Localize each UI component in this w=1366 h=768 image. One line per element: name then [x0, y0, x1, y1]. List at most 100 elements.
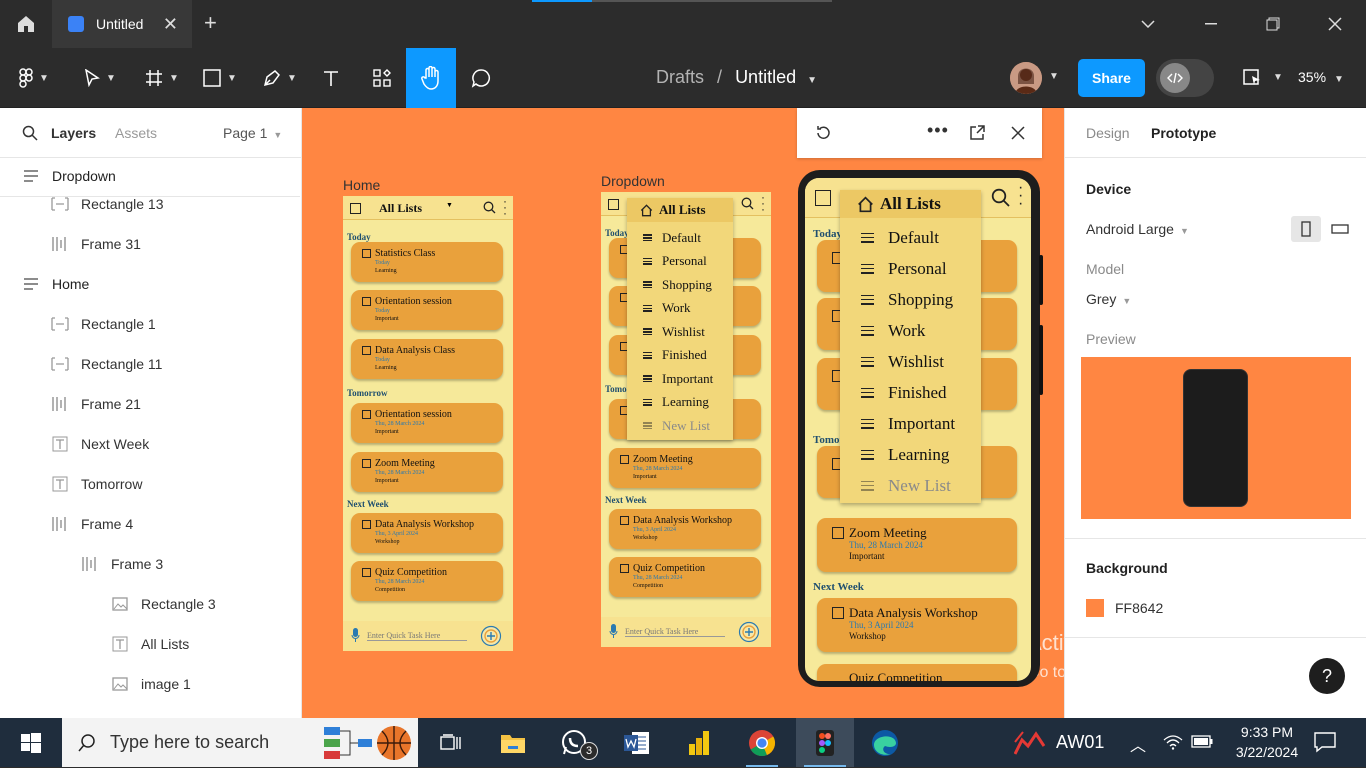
dropdown-item-learning[interactable]: Learning — [840, 439, 981, 470]
home-button[interactable] — [0, 0, 52, 48]
move-tool[interactable]: ▼ — [76, 48, 124, 108]
chevron-up-icon[interactable]: ︿ — [1130, 732, 1146, 756]
zoom-menu[interactable]: 35% ▼ — [1298, 69, 1344, 85]
dropdown-item-shopping[interactable]: Shopping — [627, 273, 733, 297]
notification-center-icon[interactable] — [1314, 731, 1336, 753]
chevron-down-icon[interactable] — [1117, 0, 1179, 48]
new-tab-button[interactable]: + — [204, 10, 217, 36]
dropdown-item-default[interactable]: Default — [627, 226, 733, 250]
taskbar-chrome[interactable] — [738, 718, 786, 767]
task-checkbox[interactable] — [620, 455, 629, 464]
dropdown-header[interactable]: All Lists — [627, 198, 733, 222]
search-icon[interactable] — [22, 125, 38, 141]
model-select[interactable]: Grey ▼ — [1086, 291, 1131, 307]
layer-row-rectangle-3[interactable]: Rectangle 3 — [0, 584, 300, 624]
task-card[interactable]: Orientation sessionThu, 28 March 2024 Imp… — [351, 403, 503, 443]
dropdown-item-work[interactable]: Work — [840, 315, 981, 346]
task-checkbox[interactable] — [362, 297, 371, 306]
frame-label-dropdown[interactable]: Dropdown — [601, 173, 665, 189]
dev-mode-toggle[interactable] — [1156, 59, 1214, 97]
battery-icon[interactable] — [1191, 735, 1213, 748]
task-card[interactable]: Quiz Competition Thu, 28 March 2024 Compet… — [351, 561, 503, 601]
taskbar-whatsapp[interactable]: 3 — [552, 718, 598, 767]
dropdown-item-learning[interactable]: Learning — [627, 391, 733, 415]
dropdown-item-default[interactable]: Default — [840, 222, 981, 253]
task-card[interactable]: Quiz Competition Thu, 28 March 2024 Compet… — [609, 557, 761, 597]
chevron-down-icon[interactable]: ▼ — [1049, 71, 1059, 82]
task-checkbox[interactable] — [832, 527, 844, 539]
layer-row-rectangle-13[interactable]: Rectangle 13 — [0, 184, 300, 224]
task-checkbox[interactable] — [362, 249, 371, 258]
dropdown-item-wishlist[interactable]: Wishlist — [627, 320, 733, 344]
background-color-value[interactable]: FF8642 — [1115, 600, 1163, 616]
dropdown-item-work[interactable]: Work — [627, 297, 733, 321]
resources-tool[interactable] — [364, 48, 400, 108]
layer-row-frame-31[interactable]: Frame 31 — [0, 224, 300, 264]
system-clock[interactable]: 9:33 PM 3/22/2024 — [1225, 722, 1309, 762]
dropdown-item-personal[interactable]: Personal — [840, 253, 981, 284]
task-checkbox[interactable] — [362, 459, 371, 468]
new-list-item[interactable]: New List — [840, 470, 981, 501]
layer-row-rectangle-1[interactable]: Rectangle 1 — [0, 304, 300, 344]
taskbar-search[interactable]: Type here to search — [62, 718, 418, 767]
task-card[interactable]: Zoom Meeting Thu, 28 March 2024 Important — [351, 452, 503, 492]
tab-prototype[interactable]: Prototype — [1151, 125, 1216, 141]
minimize-button[interactable] — [1180, 0, 1242, 48]
breadcrumb-file-name[interactable]: Untitled — [735, 67, 796, 87]
home-frame[interactable]: All Lists ▼ · · · Today Tomorrow Next Week… — [343, 196, 513, 651]
task-card[interactable]: Data Analysis Workshop Thu, 3 April 2024 W… — [609, 509, 761, 549]
dropdown-item-important[interactable]: Important — [627, 367, 733, 391]
task-card[interactable]: Quiz Competition — [817, 664, 1017, 681]
prototype-screen[interactable]: · · · Today Tomorrow Next Week Zoom Meetin… — [805, 178, 1031, 681]
task-checkbox[interactable] — [832, 607, 844, 619]
dropdown-item-important[interactable]: Important — [840, 408, 981, 439]
task-checkbox[interactable] — [362, 346, 371, 355]
file-tab[interactable]: Untitled ✕ — [52, 0, 192, 48]
shape-tool[interactable]: ▼ — [196, 48, 244, 108]
close-tab-icon[interactable]: ✕ — [163, 14, 178, 35]
new-list-item[interactable]: New List — [627, 414, 733, 438]
hand-tool[interactable] — [406, 48, 456, 108]
frame-label-home[interactable]: Home — [343, 177, 380, 193]
taskbar-figma[interactable] — [796, 718, 854, 767]
taskbar-word[interactable] — [614, 718, 660, 767]
layer-row-rectangle-11[interactable]: Rectangle 11 — [0, 344, 300, 384]
tab-assets[interactable]: Assets — [115, 125, 157, 141]
close-window-button[interactable] — [1304, 0, 1366, 48]
task-card[interactable]: Data Analysis ClassToday Learning — [351, 339, 503, 379]
task-view-button[interactable] — [428, 718, 474, 767]
layer-row-tomorrow[interactable]: Tomorrow — [0, 464, 300, 504]
layer-row-next-week[interactable]: Next Week — [0, 424, 300, 464]
help-button[interactable]: ? — [1309, 658, 1345, 694]
present-button[interactable]: ▼ — [1243, 67, 1283, 87]
wifi-icon[interactable] — [1163, 734, 1183, 750]
task-checkbox[interactable] — [362, 410, 371, 419]
pen-tool[interactable]: ▼ — [256, 48, 304, 108]
main-menu-button[interactable]: ▼ — [12, 48, 56, 108]
dropdown-item-shopping[interactable]: Shopping — [840, 284, 981, 315]
breadcrumb-drafts[interactable]: Drafts — [656, 67, 704, 87]
dropdown-frame[interactable]: · · · Today Tomorrow Next Week Enter Quick… — [601, 192, 771, 647]
restart-icon[interactable] — [815, 125, 831, 141]
portrait-toggle[interactable] — [1291, 216, 1321, 242]
tab-design[interactable]: Design — [1086, 125, 1130, 141]
task-card[interactable]: Zoom Meeting Thu, 28 March 2024 Important — [817, 518, 1017, 572]
layer-row-frame-3[interactable]: Frame 3 — [0, 544, 300, 584]
taskbar-power-bi[interactable] — [676, 718, 722, 767]
task-card[interactable]: Zoom Meeting Thu, 28 March 2024 Important — [609, 448, 761, 488]
layer-row-frame-4[interactable]: Frame 4 — [0, 504, 300, 544]
dropdown-item-personal[interactable]: Personal — [627, 250, 733, 274]
list-dropdown-menu[interactable]: All Lists Default Personal Shopping Work Wish… — [840, 190, 981, 503]
restore-button[interactable] — [1242, 0, 1304, 48]
dropdown-item-finished[interactable]: Finished — [627, 344, 733, 368]
taskbar-file-explorer[interactable] — [490, 718, 536, 767]
device-select[interactable]: Android Large ▼ — [1086, 221, 1189, 237]
layer-row-frame-21[interactable]: Frame 21 — [0, 384, 300, 424]
text-tool[interactable] — [314, 48, 348, 108]
tray-app-aw01[interactable]: AW01 — [1014, 728, 1104, 756]
more-options-icon[interactable]: ••• — [927, 120, 949, 141]
task-card[interactable]: Data Analysis Workshop Thu, 3 April 2024 W… — [817, 598, 1017, 652]
layer-row-home[interactable]: Home — [0, 264, 300, 304]
start-button[interactable] — [8, 718, 54, 767]
list-dropdown-menu[interactable]: All Lists Default Personal Shopping Work Wish… — [627, 198, 733, 440]
